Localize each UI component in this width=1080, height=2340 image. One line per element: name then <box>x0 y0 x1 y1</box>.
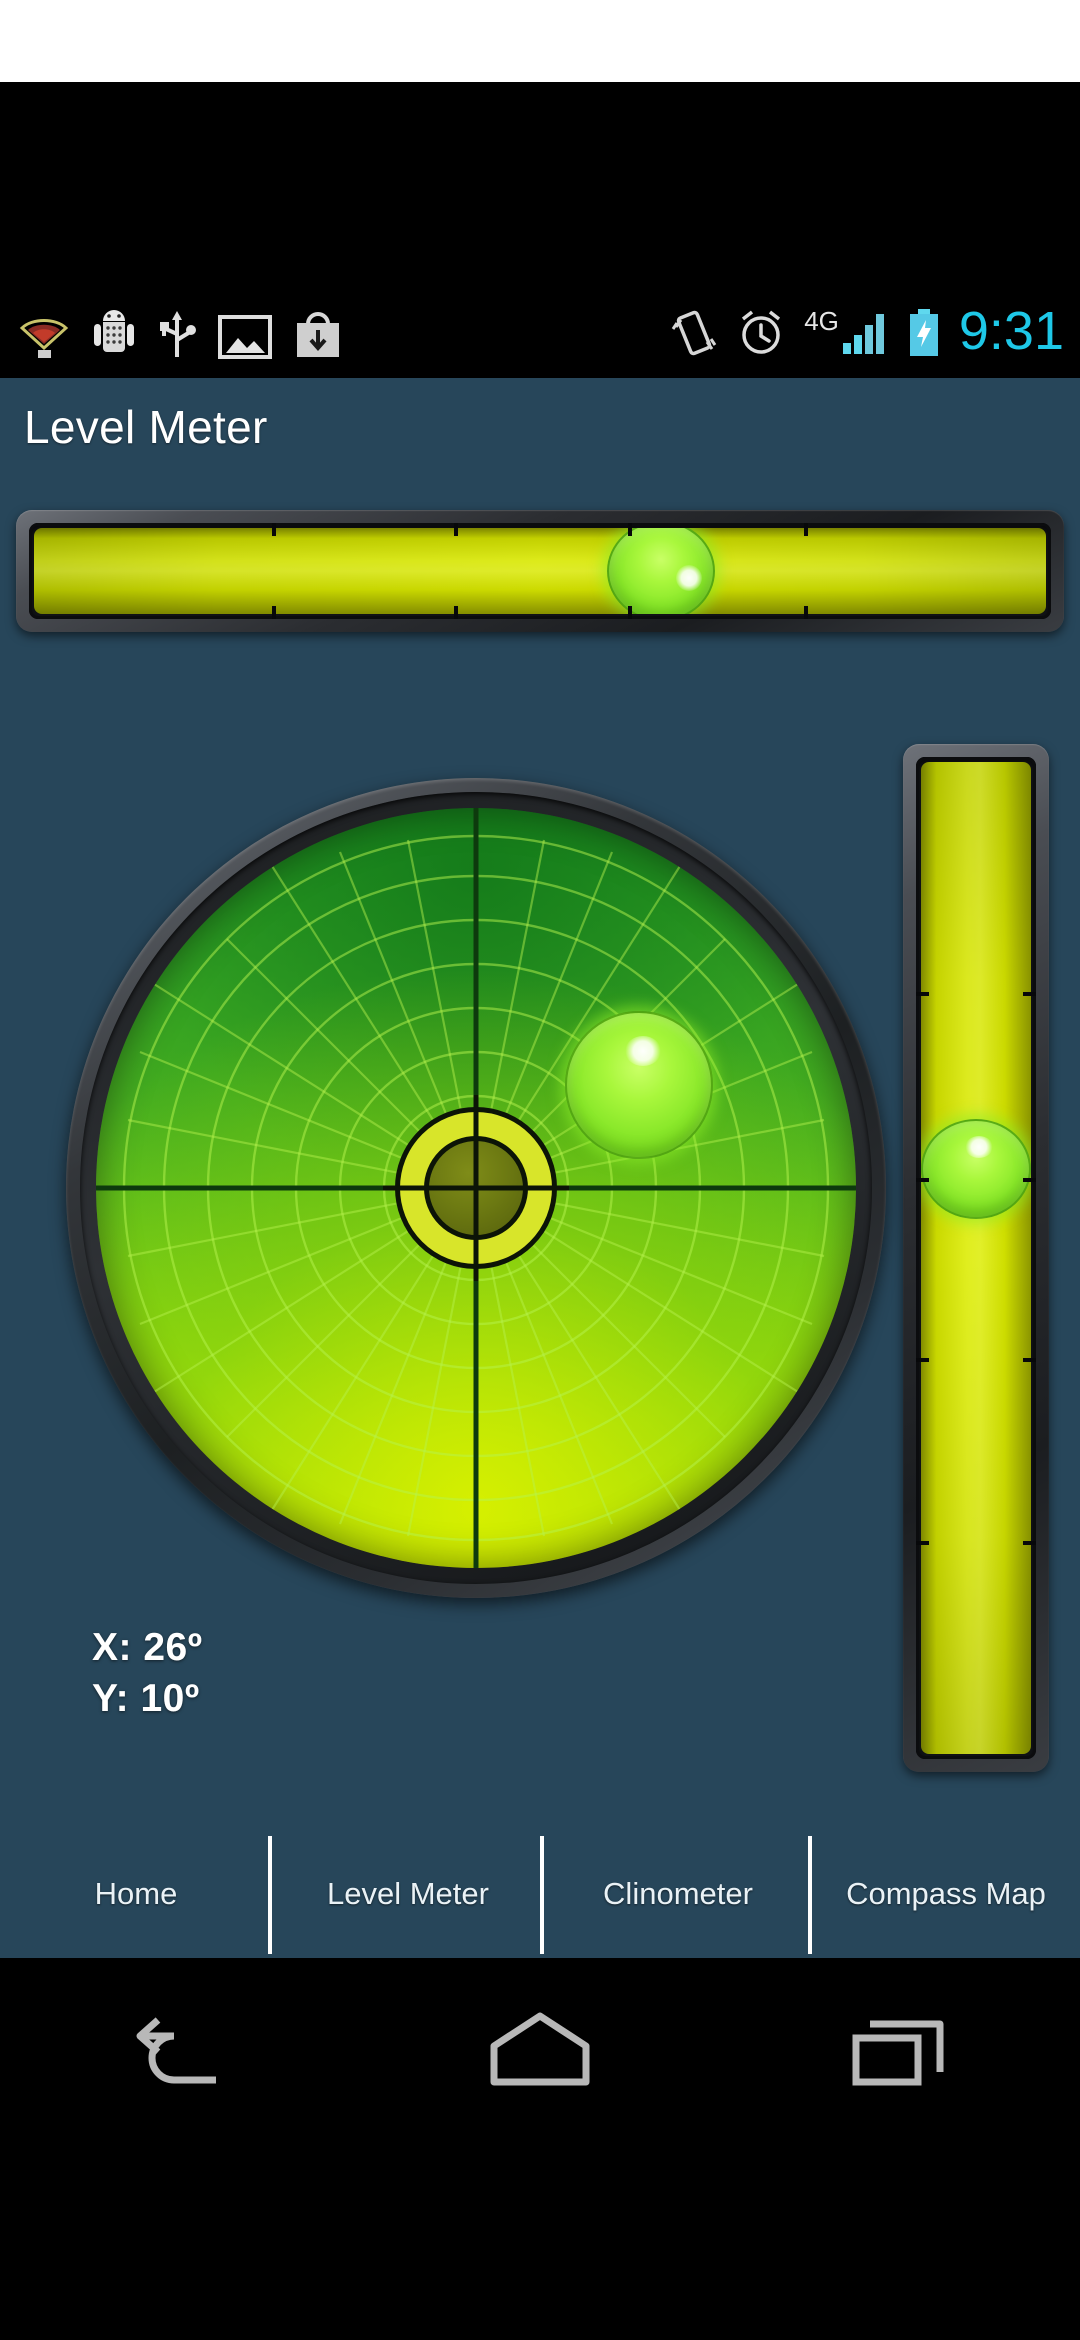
center-crosshair-vertical <box>473 1095 479 1281</box>
status-bar-left-icons <box>18 308 342 360</box>
signal-4g-icon <box>842 314 884 354</box>
app-content: Level Meter X: 26º Y: 10º Home Level Met… <box>0 378 1080 1958</box>
status-bar: 4G 9:31 <box>0 82 1080 378</box>
bubble-highlight-icon <box>965 1136 994 1159</box>
battery-charging-icon <box>909 309 938 356</box>
screen: 4G 9:31 Level Meter X: 26º Y: 10º Home L… <box>0 0 1080 2340</box>
tab-level-meter[interactable]: Level Meter <box>272 1830 544 1958</box>
bottom-tab-bar: Home Level Meter Clinometer Compass Map <box>0 1830 1080 1958</box>
network-type-label: 4G <box>804 306 839 336</box>
tab-clinometer[interactable]: Clinometer <box>544 1830 812 1958</box>
tab-level-meter-label: Level Meter <box>327 1876 489 1911</box>
status-bar-clock: 9:31 <box>958 301 1064 361</box>
alarm-clock-icon <box>742 310 781 354</box>
circular-bubble-level[interactable] <box>66 778 886 1598</box>
android-navigation-bar <box>0 1958 1080 2340</box>
back-arrow-icon <box>136 2017 216 2084</box>
tab-compass-map-label: Compass Map <box>846 1876 1046 1911</box>
top-white-strip <box>0 0 1080 82</box>
tab-home[interactable]: Home <box>0 1830 272 1958</box>
horizontal-level-frame <box>29 523 1051 619</box>
circular-level-bubble <box>565 1011 714 1160</box>
image-icon <box>218 315 272 359</box>
bubble-highlight-icon <box>675 565 702 592</box>
wifi-signal-icon <box>19 319 69 358</box>
android-robot-icon <box>94 310 134 352</box>
nav-recents-button[interactable] <box>830 1994 970 2114</box>
nav-back-button[interactable] <box>110 1994 250 2114</box>
angle-readout: X: 26º Y: 10º <box>92 1623 202 1724</box>
nav-home-button[interactable] <box>470 1994 610 2114</box>
horizontal-level-vial <box>34 528 1046 614</box>
horizontal-level-bubble <box>607 528 716 614</box>
page-title: Level Meter <box>24 401 268 453</box>
tab-compass-map[interactable]: Compass Map <box>812 1830 1080 1958</box>
vertical-level-frame <box>916 757 1036 1759</box>
home-icon <box>490 2012 590 2086</box>
vibrate-icon <box>671 310 717 356</box>
vertical-level-vial <box>921 762 1031 1754</box>
vertical-bubble-level[interactable] <box>903 744 1049 1772</box>
readout-y: Y: 10º <box>92 1676 200 1720</box>
tab-home-label: Home <box>94 1876 178 1911</box>
status-bar-right-icons: 4G 9:31 <box>670 304 1064 362</box>
circular-level-face <box>96 808 856 1568</box>
download-bag-icon <box>297 312 339 357</box>
usb-icon <box>160 311 196 357</box>
bubble-highlight-icon <box>624 1036 661 1067</box>
vertical-level-bubble <box>921 1118 1031 1219</box>
tab-clinometer-label: Clinometer <box>603 1876 753 1911</box>
recents-icon <box>852 2020 944 2086</box>
horizontal-bubble-level[interactable] <box>16 510 1064 632</box>
readout-x: X: 26º <box>92 1626 203 1669</box>
